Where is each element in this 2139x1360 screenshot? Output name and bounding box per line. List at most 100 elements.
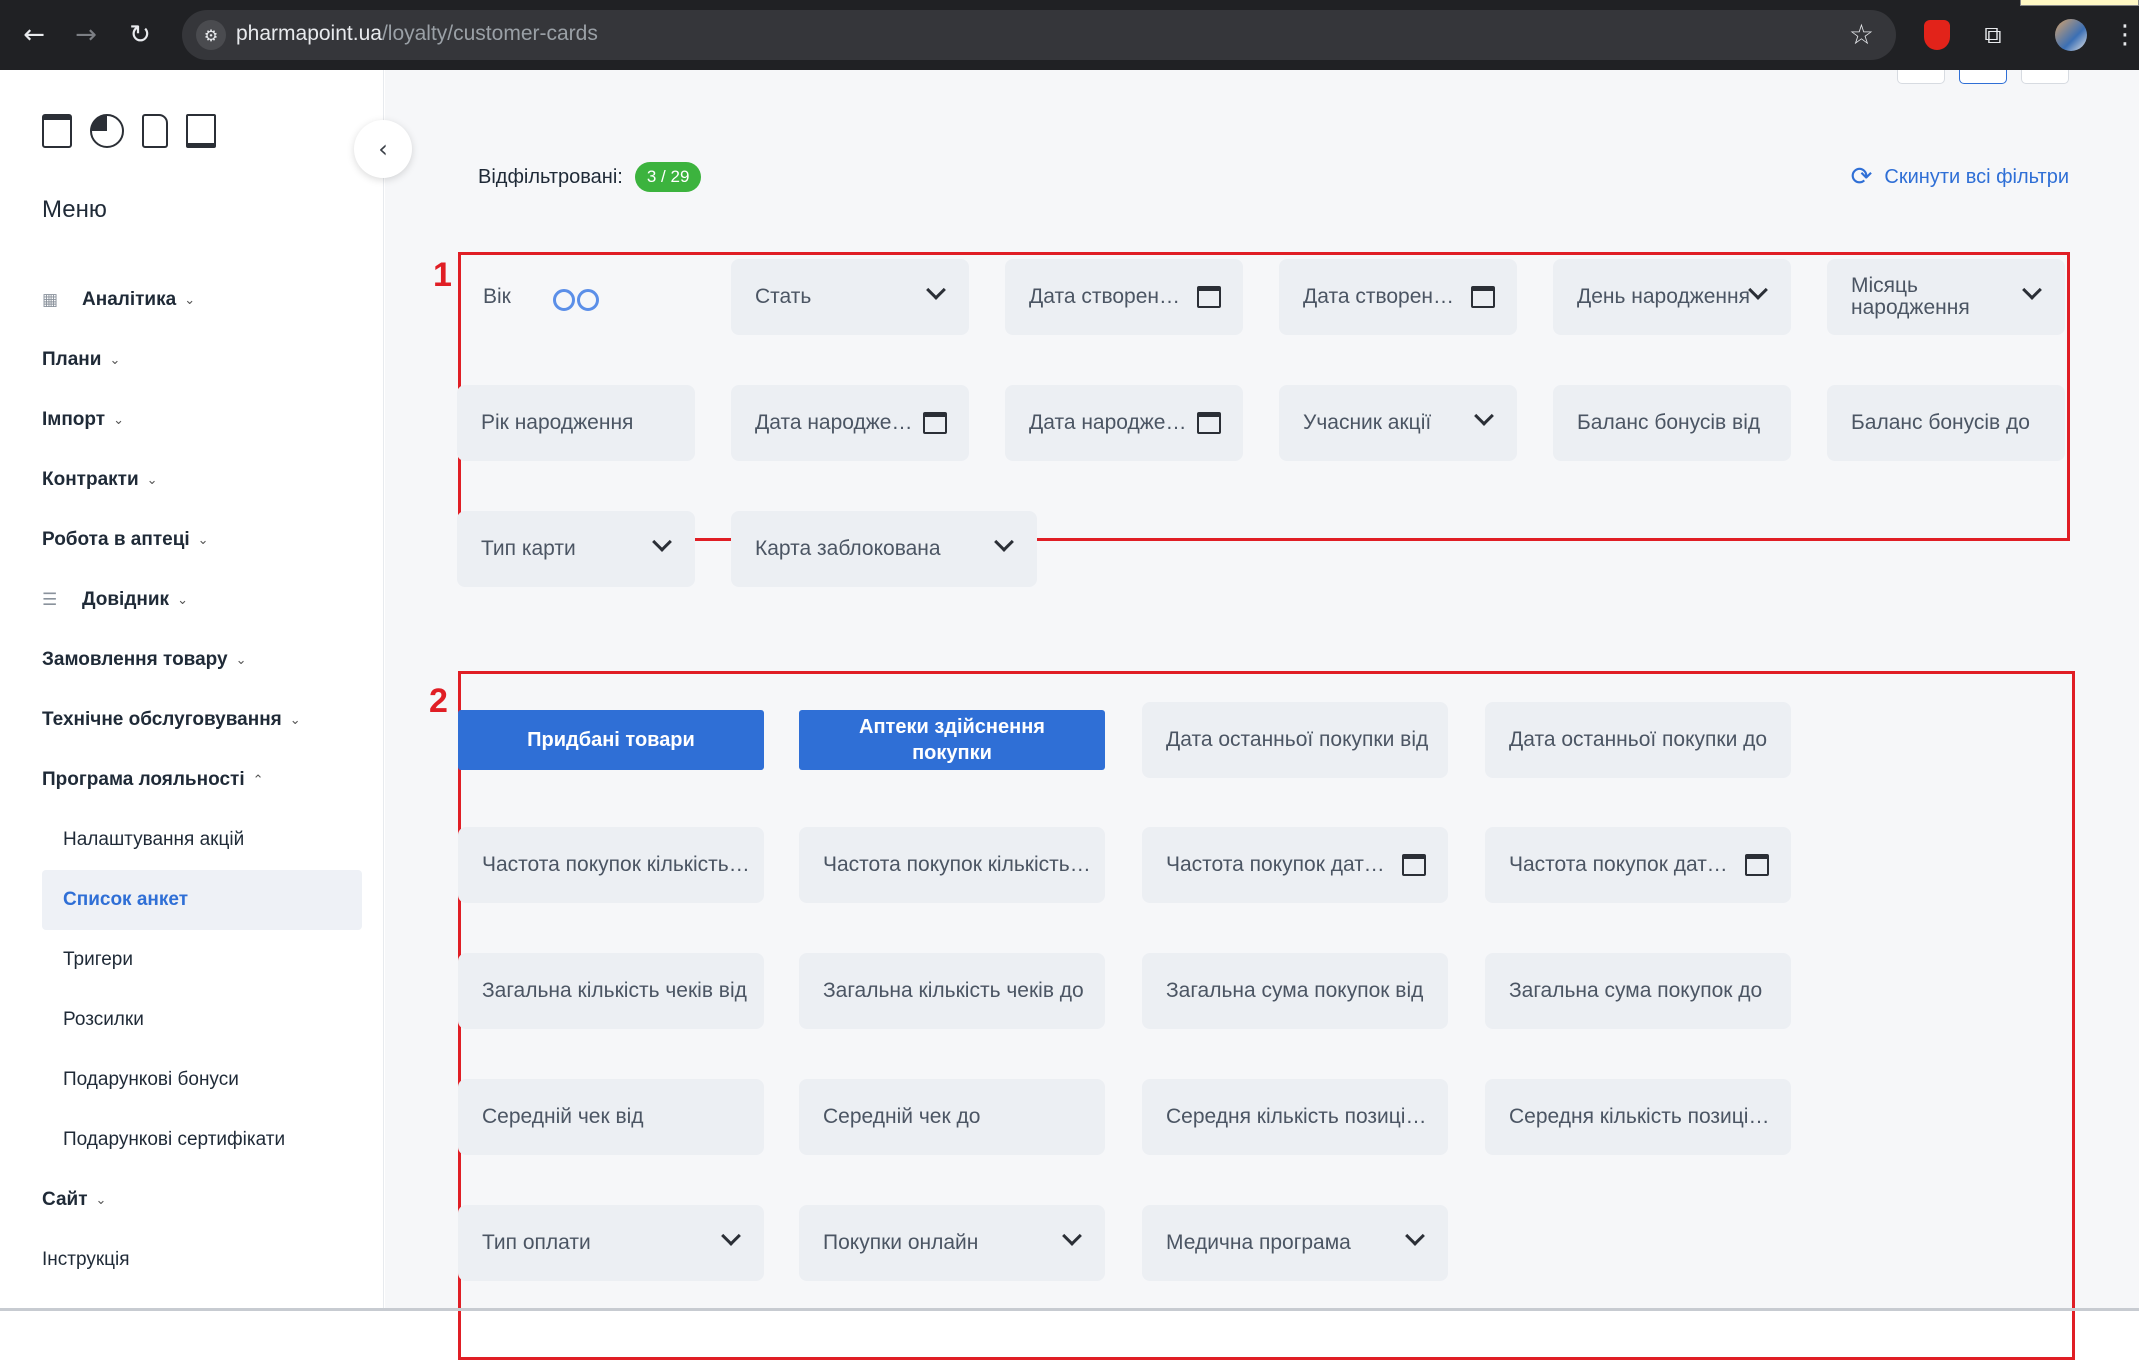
filter-label: Загальна кількість чеків до — [823, 979, 1084, 1002]
profile-avatar[interactable] — [2054, 18, 2088, 52]
url-domain: pharmapoint.ua — [236, 22, 382, 45]
filter-created-to[interactable]: Дата створення до — [1279, 259, 1517, 335]
filter-birth-month[interactable]: Місяць народження — [1827, 259, 2065, 335]
chevron-down-icon: ⌄ — [113, 412, 124, 428]
sidebar-subitem-gift-certificates[interactable]: Подарункові сертифікати — [42, 1110, 362, 1170]
sidebar-item-reference[interactable]: ☰ Довідник ⌄ — [42, 570, 362, 630]
annotation-label-2: 2 — [429, 682, 448, 720]
sidebar-subitem-triggers[interactable]: Тригери — [42, 930, 362, 990]
filter-avg-positions-from[interactable]: Середня кількість позицій від — [1142, 1079, 1448, 1155]
chevron-down-icon: ⌄ — [177, 592, 188, 608]
sidebar-subitem-questionnaires[interactable]: Список анкет — [42, 870, 362, 930]
filter-label: Дата народження до — [1029, 411, 1191, 434]
filter-card-type[interactable]: Тип карти — [457, 511, 695, 587]
filter-receipts-count-from[interactable]: Загальна кількість чеків від — [458, 953, 764, 1029]
view-switcher — [1897, 70, 2069, 84]
view-tab[interactable] — [2021, 70, 2069, 84]
filter-age[interactable]: Вік — [463, 259, 691, 335]
address-bar[interactable]: ⚙ pharmapoint.ua/loyalty/customer-cards … — [182, 10, 1896, 60]
url-text[interactable]: pharmapoint.ua/loyalty/customer-cards — [236, 22, 598, 46]
grid-icon: ▦ — [42, 290, 59, 310]
filter-last-purchase-from[interactable]: Дата останньої покупки від — [1142, 702, 1448, 778]
chevron-down-icon: ⌄ — [95, 1192, 107, 1208]
chevron-down-icon: ⌄ — [197, 532, 209, 548]
sidebar-item-loyalty[interactable]: Програма лояльності ⌃ — [42, 750, 362, 810]
url-path: /loyalty/customer-cards — [381, 22, 598, 45]
filter-promo-participant[interactable]: Учасник акції — [1279, 385, 1517, 461]
document-icon[interactable] — [142, 114, 168, 148]
calendar-icon[interactable] — [1197, 412, 1221, 434]
site-settings-icon[interactable]: ⚙ — [196, 20, 226, 50]
sidebar-item-maintenance[interactable]: Технічне обслуговування ⌄ — [42, 690, 362, 750]
purchased-products-button[interactable]: Придбані товари — [458, 710, 764, 770]
back-arrow-icon[interactable]: ← — [16, 17, 52, 53]
calendar-icon[interactable] — [1471, 286, 1495, 308]
range-toggle-icon[interactable] — [553, 289, 599, 311]
filter-total-sum-to[interactable]: Загальна сума покупок до — [1485, 953, 1791, 1029]
view-tab[interactable] — [1897, 70, 1945, 84]
adblock-extension-icon[interactable] — [1920, 18, 1954, 52]
filter-bonus-balance-to[interactable]: Баланс бонусів до — [1827, 385, 2065, 461]
filter-created-from[interactable]: Дата створення від — [1005, 259, 1243, 335]
chevron-down-icon — [994, 532, 1014, 552]
calendar-icon[interactable] — [1197, 286, 1221, 308]
sidebar-item-import[interactable]: Імпорт ⌄ — [42, 390, 362, 450]
filter-card-blocked[interactable]: Карта заблокована — [731, 511, 1037, 587]
browser-menu-icon[interactable]: ⋮ — [2108, 18, 2139, 52]
filter-avg-positions-to[interactable]: Середня кількість позицій до — [1485, 1079, 1791, 1155]
filter-birth-day[interactable]: День народження — [1553, 259, 1791, 335]
filter-label: Баланс бонусів до — [1851, 411, 2030, 434]
sidebar-item-pharmacy-work[interactable]: Робота в аптеці ⌄ — [42, 510, 362, 570]
sidebar-item-analytics[interactable]: ▦ Аналітика ⌄ — [42, 270, 362, 330]
filter-birth-year[interactable]: Рік народження — [457, 385, 695, 461]
sidebar-subitem-mailings[interactable]: Розсилки — [42, 990, 362, 1050]
filter-birth-date-from[interactable]: Дата народження від — [731, 385, 969, 461]
extensions-puzzle-icon[interactable]: ⧉ — [1976, 18, 2010, 52]
filter-online-purchases[interactable]: Покупки онлайн — [799, 1205, 1105, 1281]
filter-frequency-count-to[interactable]: Частота покупок кількість до — [799, 827, 1105, 903]
sidebar-item-instructions[interactable]: Інструкція — [42, 1230, 362, 1290]
sidebar-subitem-gift-bonuses[interactable]: Подарункові бонуси — [42, 1050, 362, 1110]
sidebar-item-plans[interactable]: Плани ⌄ — [42, 330, 362, 390]
filter-label: Місяць народження — [1851, 275, 1970, 319]
sidebar-item-label: Інструкція — [42, 1249, 130, 1270]
filter-gender[interactable]: Стать — [731, 259, 969, 335]
reset-filters-link[interactable]: ⟳ Скинути всі фільтри — [1851, 162, 2069, 192]
calendar-icon[interactable] — [1745, 854, 1769, 876]
filter-frequency-count-from[interactable]: Частота покупок кількість від — [458, 827, 764, 903]
sidebar-item-site[interactable]: Сайт ⌄ — [42, 1170, 362, 1230]
tooltip-edge — [2020, 0, 2139, 6]
filtered-count-badge: 3 / 29 — [634, 162, 702, 192]
forward-arrow-icon[interactable]: → — [68, 17, 104, 53]
sidebar-item-orders[interactable]: Замовлення товару ⌄ — [42, 630, 362, 690]
bookmark-star-icon[interactable]: ☆ — [1849, 18, 1874, 51]
calendar-icon[interactable] — [1402, 854, 1426, 876]
chevron-down-icon — [1474, 406, 1494, 426]
chevron-down-icon — [926, 280, 946, 300]
refresh-icon: ⟳ — [1850, 162, 1873, 192]
purchase-pharmacies-button[interactable]: Аптеки здійснення покупки — [799, 710, 1105, 770]
filter-total-sum-from[interactable]: Загальна сума покупок від — [1142, 953, 1448, 1029]
filter-birth-date-to[interactable]: Дата народження до — [1005, 385, 1243, 461]
filter-label: Частота покупок кількість від — [482, 853, 754, 876]
archive-icon[interactable] — [42, 114, 72, 148]
filter-receipts-count-to[interactable]: Загальна кількість чеків до — [799, 953, 1105, 1029]
filter-payment-type[interactable]: Тип оплати — [458, 1205, 764, 1281]
reload-icon[interactable]: ↻ — [122, 17, 158, 53]
sidebar-item-contracts[interactable]: Контракти ⌄ — [42, 450, 362, 510]
filter-frequency-date-from[interactable]: Частота покупок дата від — [1142, 827, 1448, 903]
filter-avg-receipt-from[interactable]: Середній чек від — [458, 1079, 764, 1155]
calendar-icon[interactable] — [923, 412, 947, 434]
filter-avg-receipt-to[interactable]: Середній чек до — [799, 1079, 1105, 1155]
pie-chart-icon[interactable] — [90, 114, 124, 148]
book-icon[interactable] — [186, 114, 216, 148]
sidebar-collapse-button[interactable]: ‹ — [354, 120, 412, 178]
filtered-label: Відфільтровані: — [478, 165, 623, 188]
filter-label: Частота покупок дата від — [1166, 853, 1394, 876]
sidebar-subitem-promo-settings[interactable]: Налаштування акцій — [42, 810, 362, 870]
filter-frequency-date-to[interactable]: Частота покупок дата до — [1485, 827, 1791, 903]
view-tab-selected[interactable] — [1959, 70, 2007, 84]
filter-bonus-balance-from[interactable]: Баланс бонусів від — [1553, 385, 1791, 461]
filter-last-purchase-to[interactable]: Дата останньої покупки до — [1485, 702, 1791, 778]
filter-medical-program[interactable]: Медична програма — [1142, 1205, 1448, 1281]
